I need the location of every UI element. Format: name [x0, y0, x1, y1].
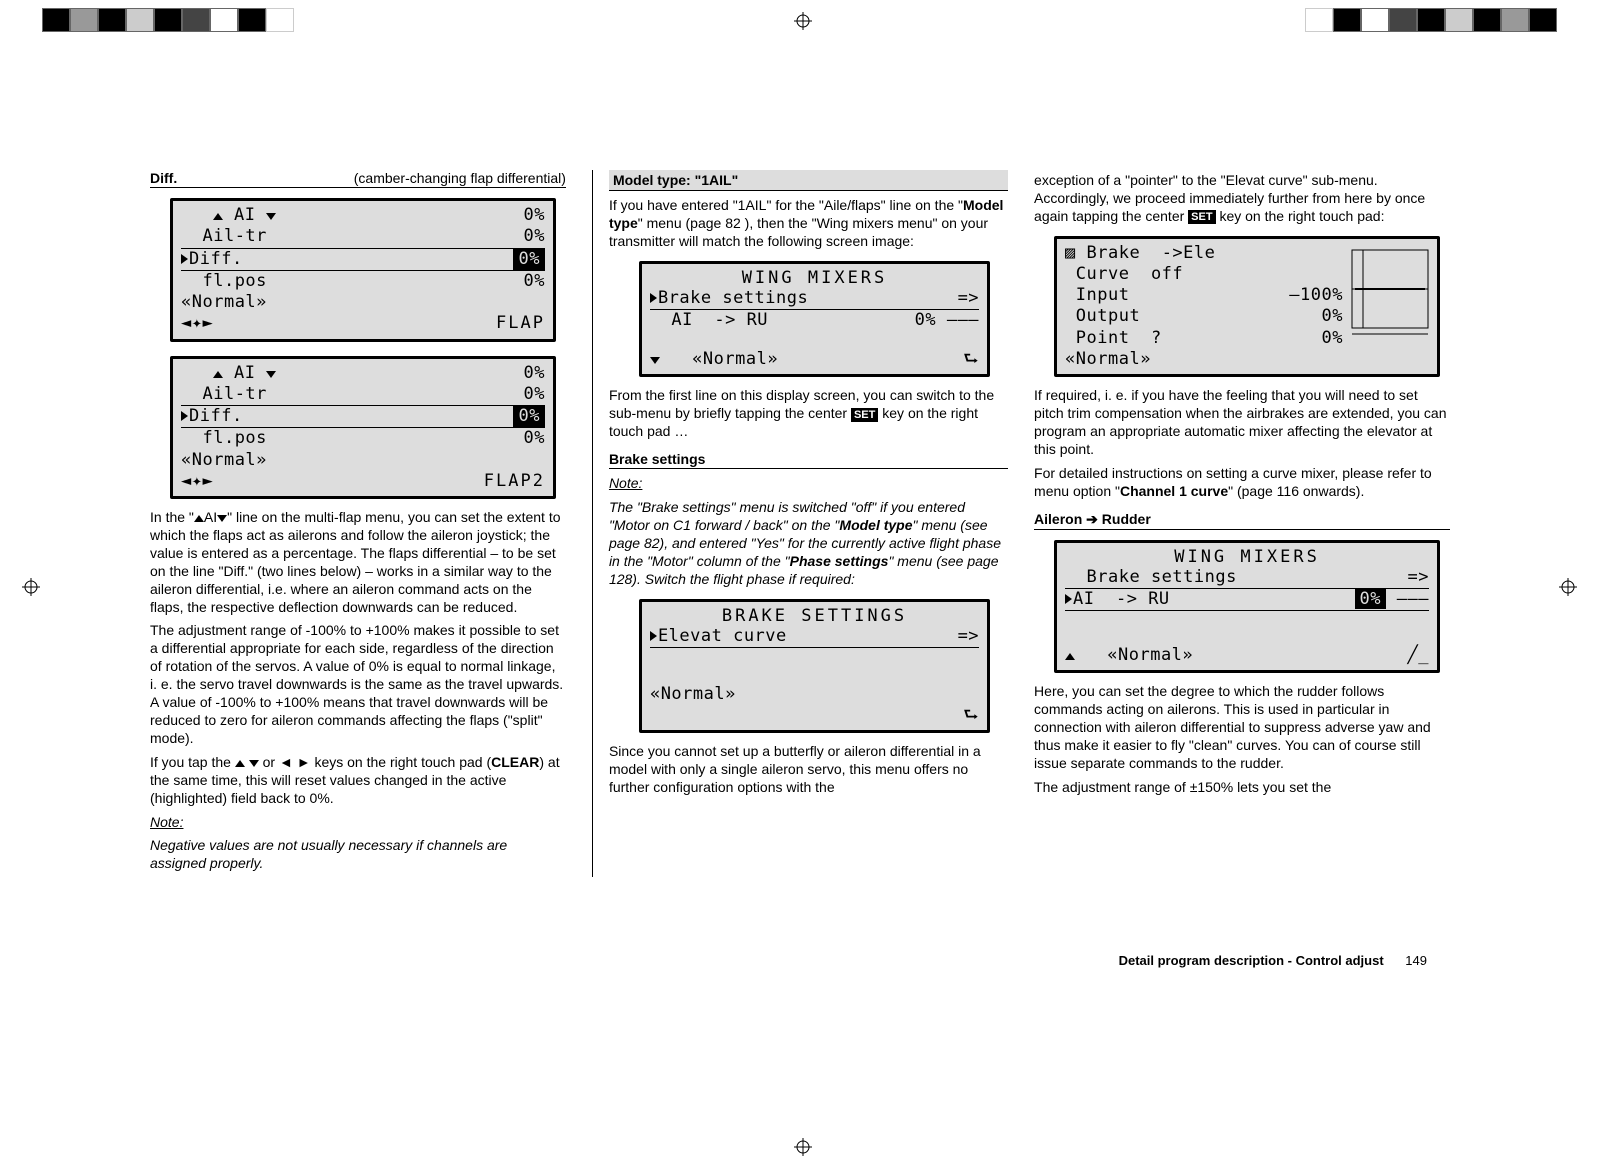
curve-graph-icon [1351, 243, 1429, 371]
down-icon [266, 371, 276, 378]
colorbar-right [1305, 8, 1557, 32]
page-number: 149 [1405, 953, 1427, 968]
cursor-icon [181, 411, 188, 421]
col2-para-3: Since you cannot set up a butterfly or a… [609, 743, 1008, 797]
lcd-screen-wing-mixers: WING MIXERS Brake settings=> AI -> RU0% … [639, 261, 990, 378]
col1-para-3: If you tap the or ◄ ► keys on the right … [150, 754, 566, 808]
page-footer: Detail program description - Control adj… [1119, 953, 1427, 968]
down-icon [266, 213, 276, 220]
col3-para-3: For detailed instructions on setting a c… [1034, 465, 1450, 501]
page-content: Diff. (camber-changing flap differential… [150, 170, 1450, 877]
col1-header: Diff. (camber-changing flap differential… [150, 170, 566, 188]
down-icon [217, 515, 227, 522]
switch-icon: ╱_ [1408, 645, 1429, 666]
col1-note-label: Note: [150, 814, 566, 832]
column-2: Model type: "1AIL" If you have entered "… [592, 170, 1008, 877]
col1-para-2: The adjustment range of -100% to +100% m… [150, 622, 566, 747]
footer-text: Detail program description - Control adj… [1119, 953, 1384, 968]
cursor-icon [181, 254, 188, 264]
lcd-screen-wing-mixers-2: WING MIXERS Brake settings=> AI -> RU0% … [1054, 540, 1440, 674]
down-icon [249, 760, 259, 767]
set-key-icon: SET [1188, 210, 1215, 224]
up-icon [194, 515, 204, 522]
col1-header-right: (camber-changing flap differential) [354, 170, 566, 186]
col3-para-4: Here, you can set the degree to which th… [1034, 683, 1450, 773]
back-icon: ⮑ [963, 349, 979, 370]
col1-para-1: In the "AI" line on the multi-flap menu,… [150, 509, 566, 616]
up-icon [235, 760, 245, 767]
up-icon [213, 213, 223, 220]
col3-section: Aileron ➔ Rudder [1034, 511, 1450, 530]
cursor-icon [650, 631, 657, 641]
cursor-icon [1065, 594, 1072, 604]
col3-para-1: exception of a "pointer" to the "Elevat … [1034, 172, 1450, 226]
col2-para-2: From the first line on this display scre… [609, 387, 1008, 441]
col2-title: Model type: "1AIL" [609, 170, 1008, 191]
column-3: exception of a "pointer" to the "Elevat … [1034, 170, 1450, 877]
up-icon [1065, 653, 1075, 660]
col2-para-1: If you have entered "1AIL" for the "Aile… [609, 197, 1008, 251]
registration-mark-left [22, 578, 40, 596]
col1-header-left: Diff. [150, 170, 177, 186]
lcd-screen-flap: AI 0% Ail-tr0% Diff.0% fl.pos0% «Normal»… [170, 198, 556, 342]
registration-mark-bottom [794, 1138, 812, 1156]
lcd-screen-brake-ele: ▨ Brake ->Ele Curve off Input–100% Outpu… [1054, 236, 1440, 378]
cursor-icon [650, 293, 657, 303]
set-key-icon: SET [851, 408, 878, 422]
registration-mark-right [1559, 578, 1577, 596]
col2-section-brake: Brake settings [609, 451, 1008, 469]
col2-note-body: The "Brake settings" menu is switched "o… [609, 499, 1008, 589]
back-icon: ⮑ [963, 705, 979, 726]
colorbar-left [42, 8, 294, 32]
lcd-screen-flap2: AI 0% Ail-tr0% Diff.0% fl.pos0% «Normal»… [170, 356, 556, 500]
col2-note-label: Note: [609, 475, 1008, 493]
col3-para-2: If required, i. e. if you have the feeli… [1034, 387, 1450, 459]
down-icon [650, 357, 660, 364]
registration-mark-top [794, 12, 812, 30]
col1-note-body: Negative values are not usually necessar… [150, 837, 566, 873]
col3-para-5: The adjustment range of ±150% lets you s… [1034, 779, 1450, 797]
up-icon [213, 371, 223, 378]
lcd-screen-brake-settings: BRAKE SETTINGS Elevat curve=> «Normal» ⮑ [639, 599, 990, 734]
column-1: Diff. (camber-changing flap differential… [150, 170, 566, 877]
